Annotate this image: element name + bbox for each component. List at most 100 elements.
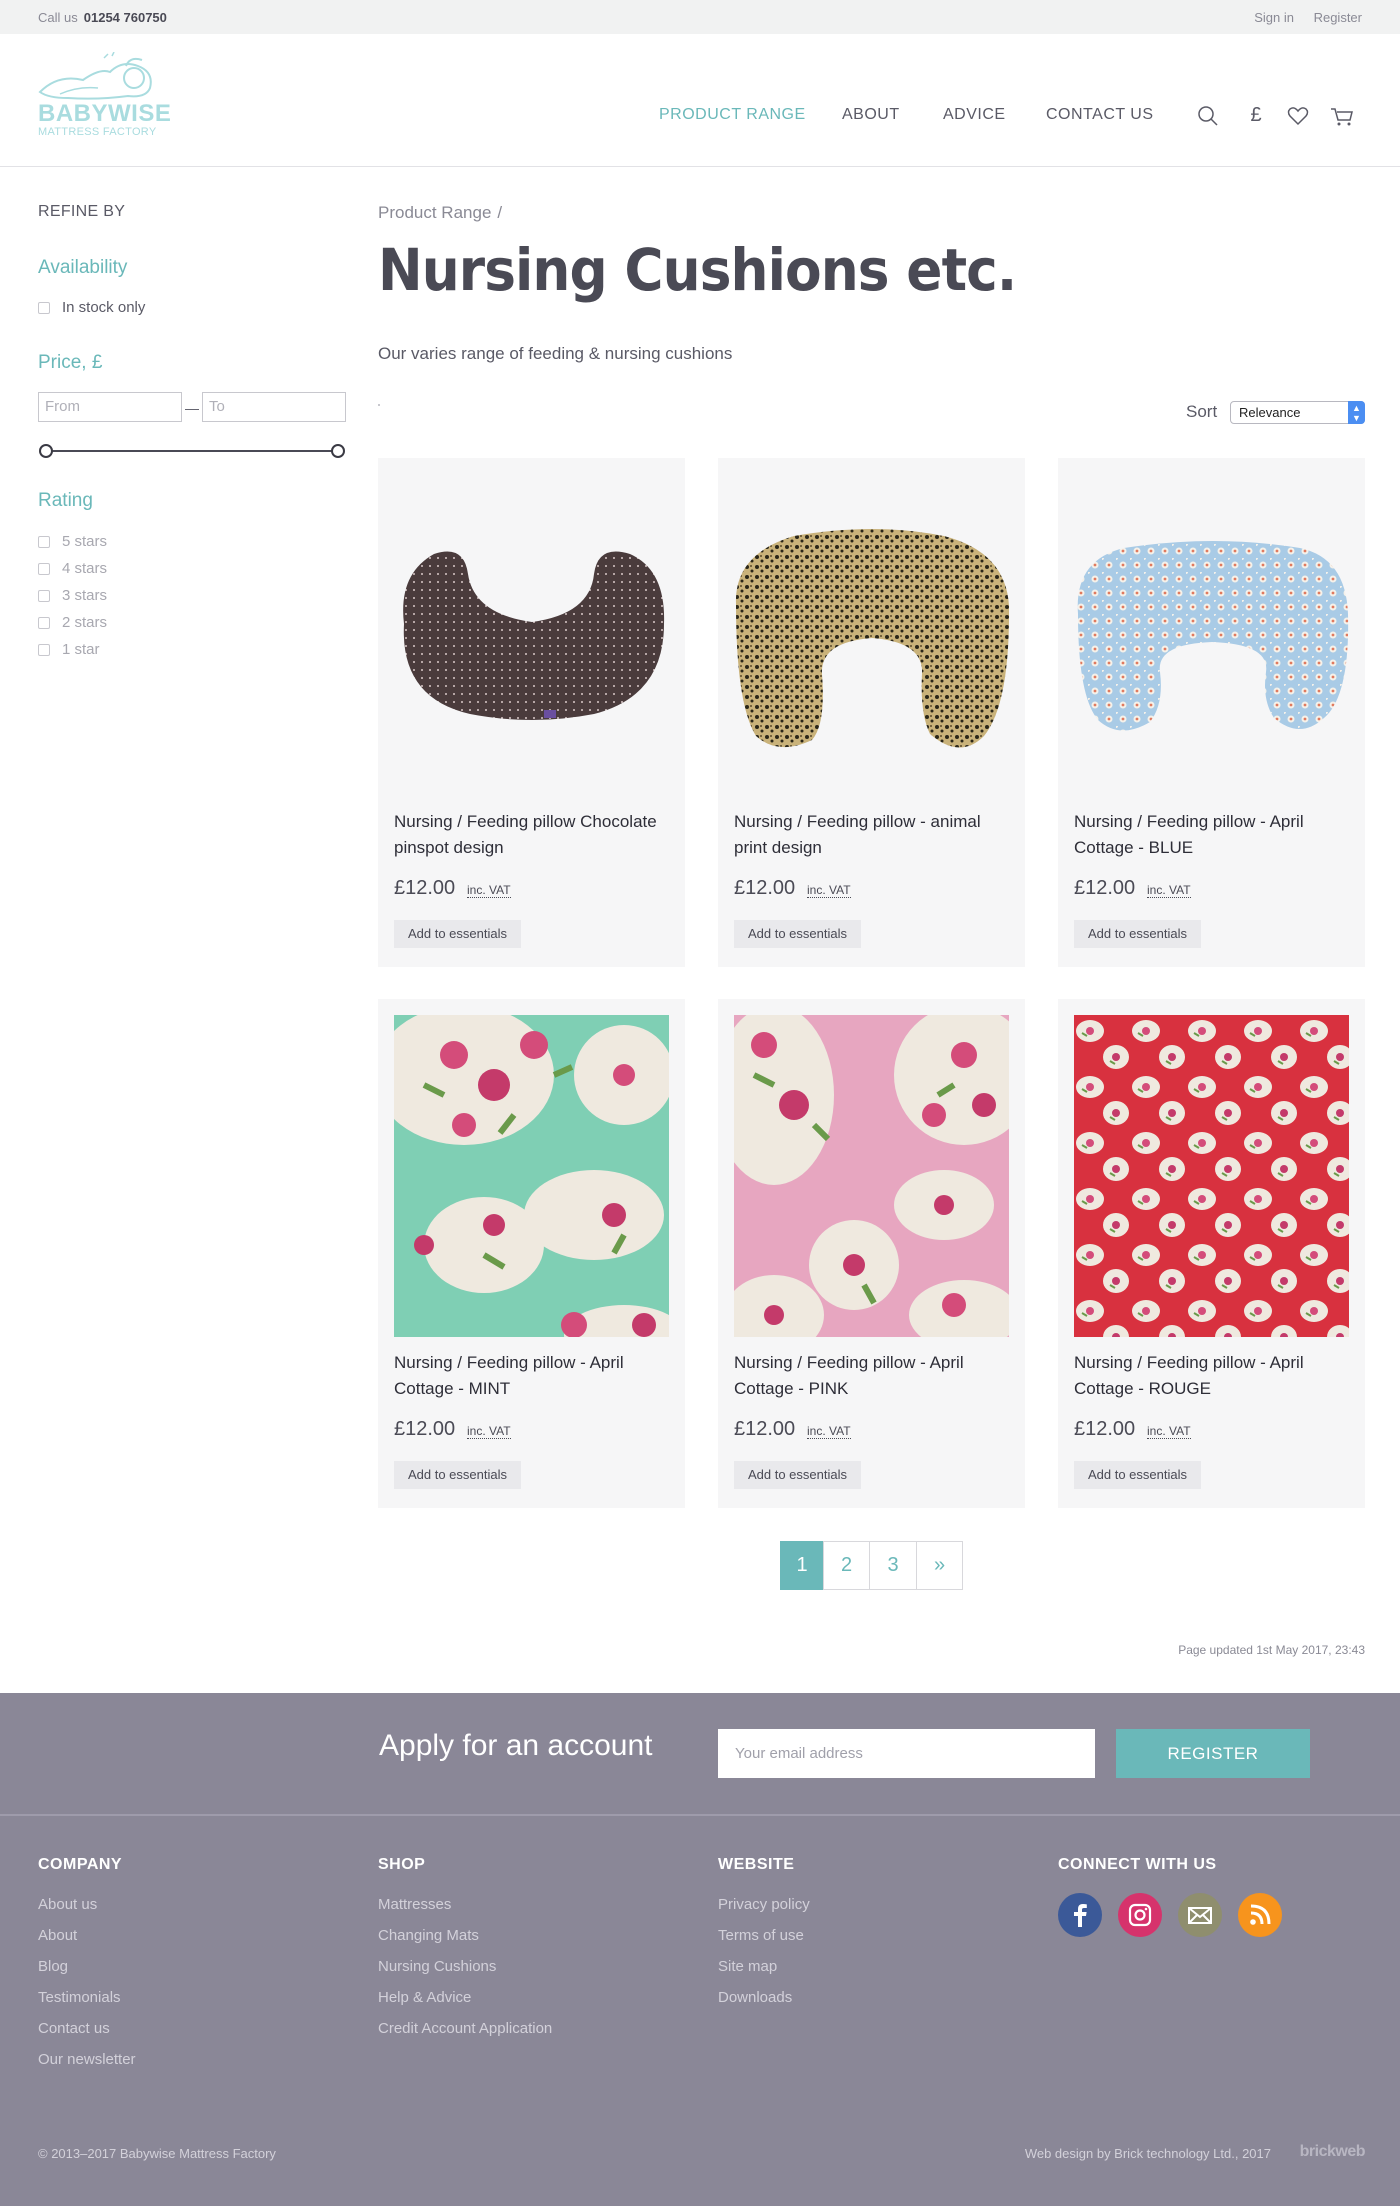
- product-image-mint-rose[interactable]: [394, 1015, 669, 1337]
- connect-heading: CONNECT WITH US: [1058, 1856, 1217, 1873]
- logo-title: BABYWISE: [38, 100, 172, 127]
- facebook-icon[interactable]: [1058, 1893, 1102, 1937]
- product-image-red-rose[interactable]: [1074, 1015, 1349, 1337]
- product-price: £12.00: [1074, 1418, 1136, 1440]
- nav-about[interactable]: ABOUT: [842, 106, 900, 124]
- add-to-essentials-button[interactable]: Add to essentials: [394, 920, 521, 948]
- register-button[interactable]: REGISTER: [1116, 1729, 1310, 1778]
- footer-link[interactable]: Blog: [38, 1958, 68, 1975]
- footer-link[interactable]: Credit Account Application: [378, 2020, 552, 2037]
- add-to-essentials-button[interactable]: Add to essentials: [734, 920, 861, 948]
- in-stock-label: In stock only: [62, 299, 146, 316]
- footer-link[interactable]: About us: [38, 1896, 97, 1913]
- rating-filter-1[interactable]: 1 star: [38, 641, 100, 658]
- footer-link[interactable]: Nursing Cushions: [378, 1958, 496, 1975]
- add-to-essentials-button[interactable]: Add to essentials: [1074, 920, 1201, 948]
- price-from-input[interactable]: From: [38, 392, 182, 422]
- add-to-essentials-button[interactable]: Add to essentials: [394, 1461, 521, 1489]
- page-3-button[interactable]: 3: [869, 1541, 917, 1590]
- vat-note: inc. VAT: [807, 1424, 851, 1439]
- price-to-input[interactable]: To: [202, 392, 346, 422]
- footer-link[interactable]: Downloads: [718, 1989, 792, 2006]
- product-image-brown-pinspot[interactable]: [394, 474, 669, 796]
- footer-link[interactable]: Our newsletter: [38, 2051, 136, 2068]
- vat-note: inc. VAT: [1147, 1424, 1191, 1439]
- footer-divider: [0, 1814, 1400, 1816]
- footer-link[interactable]: Privacy policy: [718, 1896, 810, 1913]
- price-slider-min-handle[interactable]: [39, 444, 53, 458]
- page-1-button[interactable]: 1: [780, 1541, 824, 1590]
- rating-filter-3[interactable]: 3 stars: [38, 587, 107, 604]
- rating-checkbox[interactable]: [38, 535, 50, 548]
- product-name[interactable]: Nursing / Feeding pillow - April Cottage…: [1074, 1350, 1354, 1402]
- product-name[interactable]: Nursing / Feeding pillow Chocolate pinsp…: [394, 809, 674, 861]
- nav-contact-us[interactable]: CONTACT US: [1046, 106, 1154, 124]
- price-slider-track[interactable]: [44, 450, 338, 452]
- product-name[interactable]: Nursing / Feeding pillow - April Cottage…: [1074, 809, 1354, 861]
- in-stock-filter[interactable]: In stock only: [38, 299, 145, 316]
- rating-filter-4[interactable]: 4 stars: [38, 560, 107, 577]
- nav-advice[interactable]: ADVICE: [943, 106, 1006, 124]
- product-name[interactable]: Nursing / Feeding pillow - animal print …: [734, 809, 1014, 861]
- rss-icon[interactable]: [1238, 1893, 1282, 1937]
- price-slider-max-handle[interactable]: [331, 444, 345, 458]
- product-name[interactable]: Nursing / Feeding pillow - April Cottage…: [394, 1350, 674, 1402]
- product-price: £12.00: [734, 1418, 796, 1440]
- product-card[interactable]: Nursing / Feeding pillow - April Cottage…: [378, 999, 685, 1508]
- phone-number[interactable]: 01254 760750: [84, 10, 167, 25]
- register-link[interactable]: Register: [1314, 10, 1362, 25]
- vat-note: inc. VAT: [807, 883, 851, 898]
- wishlist-heart-icon[interactable]: [1286, 104, 1310, 128]
- footer-link[interactable]: Site map: [718, 1958, 777, 1975]
- instagram-icon[interactable]: [1118, 1893, 1162, 1937]
- currency-icon[interactable]: £: [1244, 104, 1268, 128]
- product-image-blue-floral[interactable]: [1074, 474, 1349, 796]
- rating-checkbox[interactable]: [38, 643, 50, 656]
- footer-link[interactable]: Contact us: [38, 2020, 110, 2037]
- rating-checkbox[interactable]: [38, 562, 50, 575]
- refine-by-heading: REFINE BY: [38, 203, 126, 220]
- email-input[interactable]: Your email address: [718, 1729, 1095, 1778]
- logo-subtitle: MATTRESS FACTORY: [38, 126, 157, 138]
- footer-link[interactable]: Changing Mats: [378, 1927, 479, 1944]
- next-page-button[interactable]: »: [916, 1541, 963, 1590]
- product-card[interactable]: Nursing / Feeding pillow - April Cottage…: [1058, 458, 1365, 967]
- product-card[interactable]: Nursing / Feeding pillow Chocolate pinsp…: [378, 458, 685, 967]
- babywise-logo[interactable]: BABYWISE MATTRESS FACTORY: [38, 51, 171, 144]
- rating-checkbox[interactable]: [38, 589, 50, 602]
- sort-value: Relevance: [1239, 405, 1301, 420]
- footer-link[interactable]: About: [38, 1927, 77, 1944]
- brickweb-logo[interactable]: brickweb: [1300, 2143, 1366, 2161]
- product-card[interactable]: Nursing / Feeding pillow - April Cottage…: [718, 999, 1025, 1508]
- rating-label: 2 stars: [62, 614, 108, 631]
- basket-icon[interactable]: [1330, 104, 1354, 128]
- rating-filter-2[interactable]: 2 stars: [38, 614, 107, 631]
- email-icon[interactable]: [1178, 1893, 1222, 1937]
- rating-filter-5[interactable]: 5 stars: [38, 533, 107, 550]
- product-image-animal-print[interactable]: [734, 474, 1009, 796]
- nav-product-range[interactable]: PRODUCT RANGE: [659, 106, 806, 124]
- product-card[interactable]: Nursing / Feeding pillow - April Cottage…: [1058, 999, 1365, 1508]
- search-icon[interactable]: [1196, 104, 1220, 128]
- shop-heading: SHOP: [378, 1856, 426, 1873]
- product-name[interactable]: Nursing / Feeding pillow - April Cottage…: [734, 1350, 1014, 1402]
- price-range-dash: —: [185, 400, 199, 416]
- breadcrumb-separator: /: [497, 203, 503, 222]
- product-image-pink-rose[interactable]: [734, 1015, 1009, 1337]
- footer-link[interactable]: Terms of use: [718, 1927, 804, 1944]
- add-to-essentials-button[interactable]: Add to essentials: [734, 1461, 861, 1489]
- breadcrumb-product-range[interactable]: Product Range: [378, 203, 491, 222]
- web-design-credit[interactable]: Web design by Brick technology Ltd., 201…: [1025, 2146, 1271, 2161]
- product-card[interactable]: Nursing / Feeding pillow - animal print …: [718, 458, 1025, 967]
- rating-checkbox[interactable]: [38, 616, 50, 629]
- top-bar: Call us 01254 760750 Sign in Register: [0, 0, 1400, 34]
- footer-link[interactable]: Mattresses: [378, 1896, 451, 1913]
- in-stock-checkbox[interactable]: [38, 301, 50, 314]
- footer-link[interactable]: Help & Advice: [378, 1989, 471, 2006]
- sort-select[interactable]: Relevance ▲ ▼: [1230, 401, 1365, 424]
- page-2-button[interactable]: 2: [823, 1541, 870, 1590]
- divider-dot: [378, 404, 380, 406]
- add-to-essentials-button[interactable]: Add to essentials: [1074, 1461, 1201, 1489]
- sign-in-link[interactable]: Sign in: [1254, 10, 1294, 25]
- footer-link[interactable]: Testimonials: [38, 1989, 121, 2006]
